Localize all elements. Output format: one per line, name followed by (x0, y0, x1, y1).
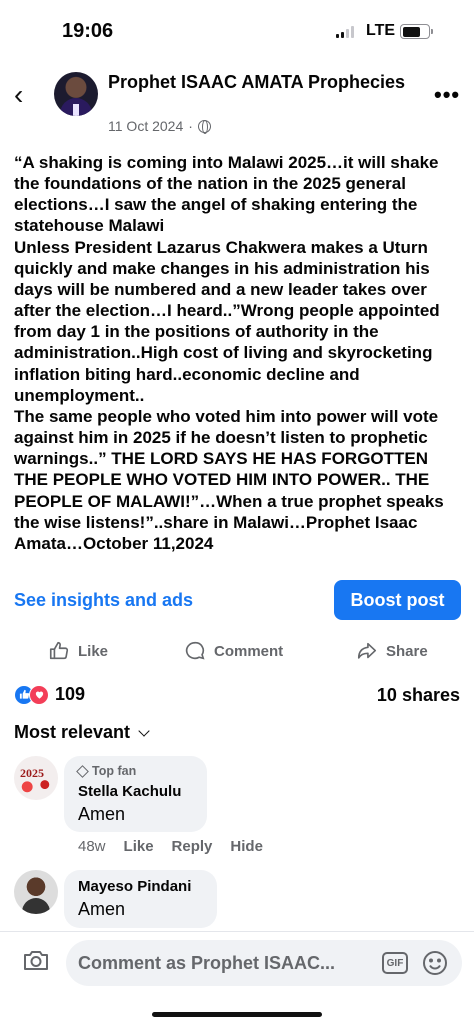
commenter-avatar[interactable] (14, 870, 58, 914)
love-reaction-icon (29, 684, 49, 705)
comment-like-button[interactable]: Like (124, 838, 154, 855)
more-options-button[interactable]: ••• (434, 82, 460, 108)
camera-icon[interactable] (22, 948, 50, 972)
emoji-icon[interactable] (422, 950, 448, 976)
comment-time: 48w (78, 838, 106, 855)
post-text: “A shaking is coming into Malawi 2025…it… (14, 153, 444, 553)
back-arrow-icon: ‹ (14, 79, 24, 110)
status-bar: 19:06 LTE (0, 0, 474, 64)
like-button[interactable]: Like (48, 636, 108, 666)
status-time: 19:06 (62, 20, 114, 42)
avatar-year-text: 2025 (20, 766, 44, 780)
comment-composer-bar: GIF (0, 931, 474, 991)
home-indicator[interactable] (152, 1012, 322, 1017)
thumbs-up-icon (49, 641, 69, 660)
reactions-summary[interactable]: 109 (14, 684, 85, 705)
share-count[interactable]: 10 shares (377, 685, 460, 706)
share-arrow-icon (357, 642, 377, 659)
diamond-icon (76, 764, 89, 778)
comment-text: Amen (78, 899, 126, 919)
comment-bubble-icon (185, 641, 205, 660)
post-meta: 11 Oct 2024 · (108, 118, 211, 134)
top-fan-badge: Top fan (76, 764, 193, 778)
comment-bubble: Top fan Stella Kachulu Amen (64, 756, 207, 832)
comment-input[interactable] (78, 940, 368, 986)
chevron-down-icon (138, 724, 150, 737)
comment-compose-box: GIF (66, 940, 462, 986)
comment-author[interactable]: Stella Kachulu (78, 783, 193, 800)
sort-label: Most relevant (14, 722, 131, 742)
comment-button[interactable]: Comment (184, 636, 283, 666)
page-avatar[interactable] (54, 72, 98, 116)
meta-separator: · (188, 118, 193, 134)
see-insights-link[interactable]: See insights and ads (14, 590, 193, 611)
globe-icon[interactable] (197, 119, 211, 134)
comment-label: Comment (214, 642, 284, 660)
battery-icon (400, 24, 433, 39)
gif-button[interactable]: GIF (382, 952, 408, 974)
comment-author[interactable]: Mayeso Pindani (78, 878, 203, 895)
boost-post-button[interactable]: Boost post (334, 580, 461, 620)
comment-bubble: Mayeso Pindani Amen (64, 870, 217, 928)
badge-label: Top fan (92, 764, 137, 778)
commenter-avatar[interactable]: 2025 (14, 756, 58, 800)
more-options-icon: ••• (434, 82, 461, 107)
reaction-count: 109 (55, 684, 86, 704)
comment-item: Mayeso Pindani Amen (14, 870, 464, 930)
network-type: LTE (366, 22, 396, 39)
post-header: ‹ Prophet ISAAC AMATA Prophecies 11 Oct … (0, 66, 474, 144)
back-button[interactable]: ‹ (14, 80, 38, 110)
post-date[interactable]: 11 Oct 2024 (108, 118, 183, 134)
comment-sort-dropdown[interactable]: Most relevant (14, 722, 150, 743)
comment-reply-button[interactable]: Reply (172, 838, 213, 855)
signal-strength-icon (336, 26, 354, 38)
page-name[interactable]: Prophet ISAAC AMATA Prophecies (108, 72, 408, 93)
comment-text: Amen (78, 804, 126, 824)
comment-hide-button[interactable]: Hide (230, 838, 263, 855)
gif-label: GIF (386, 957, 404, 969)
share-label: Share (386, 642, 428, 660)
post-action-bar: Like Comment Share (0, 636, 474, 666)
comment-item: 2025 Top fan Stella Kachulu Amen 48w Lik… (14, 756, 464, 866)
share-button[interactable]: Share (356, 636, 428, 666)
like-label: Like (78, 642, 109, 660)
comment-actions: 48w Like Reply Hide (78, 838, 263, 855)
